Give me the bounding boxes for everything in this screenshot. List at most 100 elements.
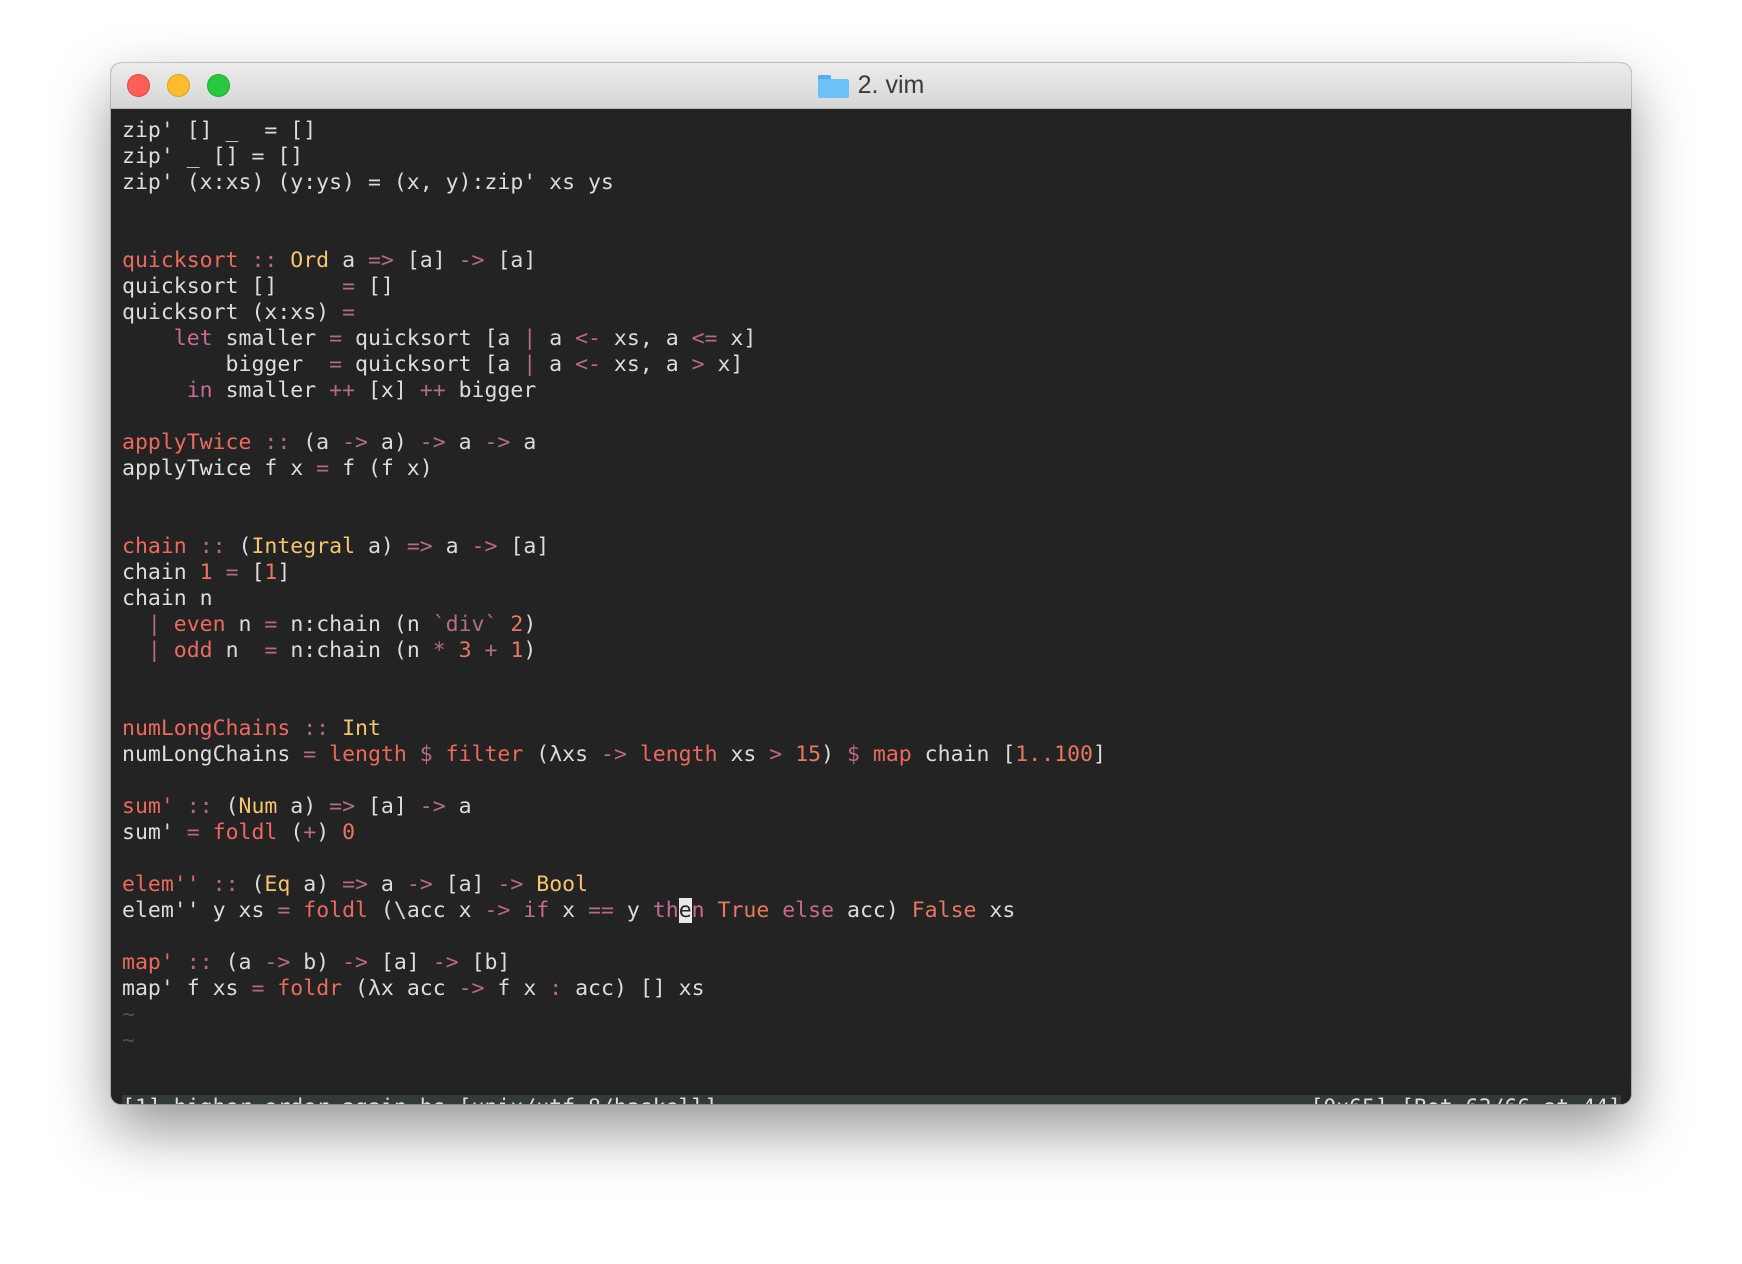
code-token: = — [329, 326, 343, 351]
code-token: => — [329, 794, 356, 819]
code-line[interactable]: ~ — [122, 1002, 1621, 1028]
code-token: a — [536, 352, 576, 377]
code-line[interactable]: numLongChains = length $ filter (λxs -> … — [122, 742, 1621, 768]
code-token: ( — [212, 794, 239, 819]
code-token: $ — [846, 742, 860, 767]
code-token: zip' [] _ = [] — [122, 118, 317, 143]
code-token: elem'' y xs — [122, 898, 278, 923]
code-token: ) — [821, 742, 847, 767]
code-token: -> — [342, 430, 368, 455]
code-token: Eq — [264, 872, 291, 897]
code-line[interactable] — [122, 924, 1621, 950]
terminal-window: 2. vim zip' [] _ = [] zip' _ [] = [] zip' … — [111, 63, 1631, 1104]
code-token: == — [588, 898, 614, 923]
code-token: [x] — [355, 378, 420, 403]
code-line[interactable]: chain 1 = [1] — [122, 560, 1621, 586]
code-line[interactable]: quicksort (x:xs) = — [122, 300, 1621, 326]
code-token: 0 — [342, 820, 356, 845]
code-line[interactable]: zip' _ [] = [] — [122, 144, 1621, 170]
code-token: a) — [367, 430, 420, 455]
code-token: sum' — [122, 820, 187, 845]
code-line[interactable]: map' :: (a -> b) -> [a] -> [b] — [122, 950, 1621, 976]
empty-line-marker: ~ — [122, 1028, 135, 1053]
code-line[interactable]: | odd n = n:chain (n * 3 + 1) — [122, 638, 1621, 664]
code-line[interactable]: in smaller ++ [x] ++ bigger — [122, 378, 1621, 404]
code-token: a) — [355, 534, 407, 559]
code-token: chain — [122, 534, 187, 559]
code-line[interactable] — [122, 222, 1621, 248]
code-line[interactable]: elem'' :: (Eq a) => a -> [a] -> Bool — [122, 872, 1621, 898]
code-line[interactable] — [122, 664, 1621, 690]
code-token: = — [277, 898, 291, 923]
code-token: 1 — [264, 560, 278, 585]
code-token: (\acc x — [367, 898, 485, 923]
code-token: => — [342, 872, 368, 897]
code-token: smaller — [212, 326, 330, 351]
code-line[interactable]: let smaller = quicksort [a | a <- xs, a … — [122, 326, 1621, 352]
code-token: in — [186, 378, 213, 403]
code-line[interactable]: quicksort :: Ord a => [a] -> [a] — [122, 248, 1621, 274]
code-token: f (f x) — [329, 456, 433, 481]
code-line[interactable] — [122, 196, 1621, 222]
code-token: Int — [342, 716, 381, 741]
code-token: > — [769, 742, 783, 767]
code-line[interactable]: quicksort [] = [] — [122, 274, 1621, 300]
code-token: y — [613, 898, 653, 923]
code-token: > — [691, 352, 705, 377]
code-token: quicksort (x:xs) — [122, 300, 343, 325]
code-token: <- — [575, 352, 601, 377]
code-line[interactable]: ~ — [122, 1028, 1621, 1054]
code-token: map' — [122, 950, 174, 975]
code-token: a — [432, 534, 472, 559]
code-token: bigger — [122, 352, 330, 377]
code-token: acc) — [834, 898, 912, 923]
code-line[interactable]: zip' (x:xs) (y:ys) = (x, y):zip' xs ys — [122, 170, 1621, 196]
code-line[interactable]: map' f xs = foldr (λx acc -> f x : acc) … — [122, 976, 1621, 1002]
code-line[interactable]: sum' = foldl (+) 0 — [122, 820, 1621, 846]
code-line[interactable] — [122, 482, 1621, 508]
code-line[interactable] — [122, 768, 1621, 794]
code-token: :: — [303, 716, 330, 741]
code-token: quicksort [a — [342, 326, 524, 351]
code-line[interactable]: numLongChains :: Int — [122, 716, 1621, 742]
code-token: f x — [484, 976, 550, 1001]
terminal-content[interactable]: zip' [] _ = [] zip' _ [] = [] zip' (x:xs) … — [111, 109, 1631, 1104]
code-line[interactable]: bigger = quicksort [a | a <- xs, a > x] — [122, 352, 1621, 378]
code-line[interactable] — [122, 404, 1621, 430]
code-token: 15 — [795, 742, 822, 767]
code-line[interactable]: zip' [] _ = [] — [122, 118, 1621, 144]
code-line[interactable]: elem'' y xs = foldl (\acc x -> if x == y… — [122, 898, 1621, 924]
code-line[interactable]: | even n = n:chain (n `div` 2) — [122, 612, 1621, 638]
code-token: 2 — [510, 612, 524, 637]
code-line[interactable]: applyTwice f x = f (f x) — [122, 456, 1621, 482]
code-line[interactable] — [122, 508, 1621, 534]
code-line[interactable]: chain n — [122, 586, 1621, 612]
code-line[interactable]: chain :: (Integral a) => a -> [a] — [122, 534, 1621, 560]
code-token: :: — [264, 430, 291, 455]
code-token: = — [225, 560, 239, 585]
code-buffer[interactable]: zip' [] _ = [] zip' _ [] = [] zip' (x:xs) … — [122, 118, 1621, 1054]
code-token: xs — [976, 898, 1016, 923]
code-token: smaller — [212, 378, 330, 403]
code-line[interactable] — [122, 846, 1621, 872]
code-line[interactable] — [122, 690, 1621, 716]
code-line[interactable]: sum' :: (Num a) => [a] -> a — [122, 794, 1621, 820]
code-token: -> — [458, 248, 485, 273]
code-token: -> — [601, 742, 627, 767]
title-bar[interactable]: 2. vim — [111, 63, 1631, 109]
code-token: => — [367, 248, 394, 273]
window-title: 2. vim — [857, 71, 925, 99]
code-token: :: — [186, 794, 213, 819]
code-token: ] — [1092, 742, 1106, 767]
code-token: -> — [458, 976, 485, 1001]
code-token: chain — [122, 560, 200, 585]
code-line[interactable]: applyTwice :: (a -> a) -> a -> a — [122, 430, 1621, 456]
code-token: (a — [212, 950, 265, 975]
